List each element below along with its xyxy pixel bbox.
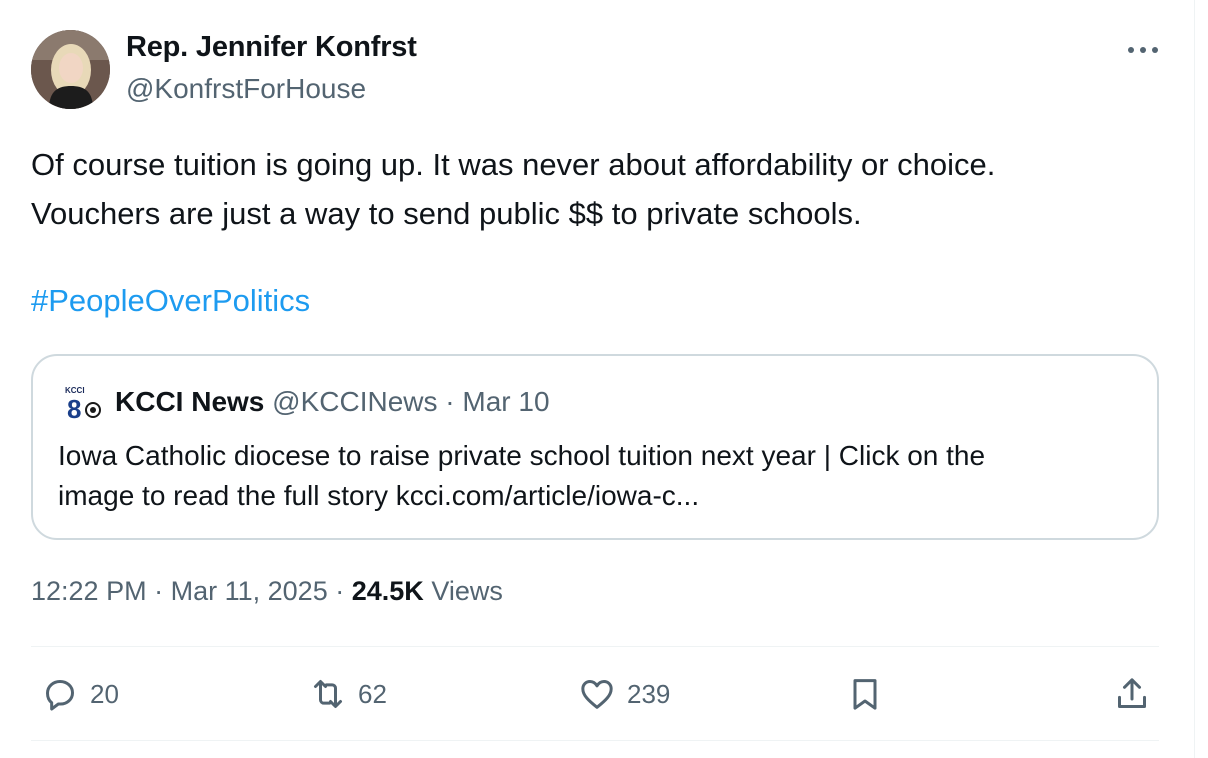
like-button[interactable]: 239 bbox=[577, 674, 670, 714]
tweet-meta: 12:22 PM · Mar 11, 2025 · 24.5K Views bbox=[31, 576, 503, 607]
quoted-author-name: KCCI News bbox=[115, 386, 265, 417]
kcci-logo: KCCI 8 bbox=[63, 384, 105, 426]
meta-separator: · bbox=[154, 576, 164, 606]
bookmark-button[interactable] bbox=[845, 674, 885, 714]
tweet-time[interactable]: 12:22 PM bbox=[31, 576, 147, 606]
tweet-detail: Rep. Jennifer Konfrst @KonfrstForHouse O… bbox=[0, 0, 1208, 758]
author-handle[interactable]: @KonfrstForHouse bbox=[126, 73, 366, 105]
reply-icon bbox=[46, 680, 74, 711]
heart-icon bbox=[581, 680, 613, 709]
avatar-image bbox=[31, 30, 110, 109]
reply-button[interactable]: 20 bbox=[40, 674, 119, 714]
repost-button[interactable]: 62 bbox=[308, 674, 387, 714]
quoted-text: Iowa Catholic diocese to raise private s… bbox=[58, 436, 1138, 516]
quoted-tweet[interactable]: KCCI 8 KCCI News @KCCINews · Mar 10 Iowa… bbox=[31, 354, 1159, 540]
tweet-text-line: Of course tuition is going up. It was ne… bbox=[31, 147, 996, 182]
quoted-author-handle: @KCCINews bbox=[272, 386, 438, 417]
reply-count: 20 bbox=[90, 678, 119, 709]
views-label: Views bbox=[431, 576, 503, 606]
tweet-date[interactable]: Mar 11, 2025 bbox=[171, 576, 328, 606]
more-horizontal-icon[interactable] bbox=[1125, 38, 1161, 62]
quoted-text-line: Iowa Catholic diocese to raise private s… bbox=[58, 440, 986, 471]
quoted-date: Mar 10 bbox=[462, 386, 550, 417]
quoted-header: KCCI News @KCCINews · Mar 10 bbox=[115, 386, 550, 418]
column-border bbox=[1194, 0, 1195, 758]
tweet-text-line: Vouchers are just a way to send public $… bbox=[31, 196, 862, 231]
divider bbox=[31, 646, 1159, 647]
divider bbox=[31, 740, 1159, 741]
author-name[interactable]: Rep. Jennifer Konfrst bbox=[126, 31, 417, 64]
hashtag-link[interactable]: #PeopleOverPolitics bbox=[31, 283, 310, 319]
share-icon bbox=[1118, 678, 1146, 708]
bookmark-icon bbox=[853, 679, 877, 710]
avatar[interactable] bbox=[31, 30, 110, 109]
quoted-text-line: image to read the full story kcci.com/ar… bbox=[58, 480, 700, 511]
repost-count: 62 bbox=[358, 678, 387, 709]
meta-separator: · bbox=[335, 576, 345, 606]
views-count: 24.5K bbox=[351, 576, 424, 606]
like-count: 239 bbox=[627, 678, 671, 709]
quoted-separator: · bbox=[445, 386, 455, 417]
repost-icon bbox=[314, 680, 342, 708]
svg-text:8: 8 bbox=[67, 394, 81, 424]
tweet-text: Of course tuition is going up. It was ne… bbox=[31, 140, 1181, 238]
share-button[interactable] bbox=[1112, 674, 1152, 714]
